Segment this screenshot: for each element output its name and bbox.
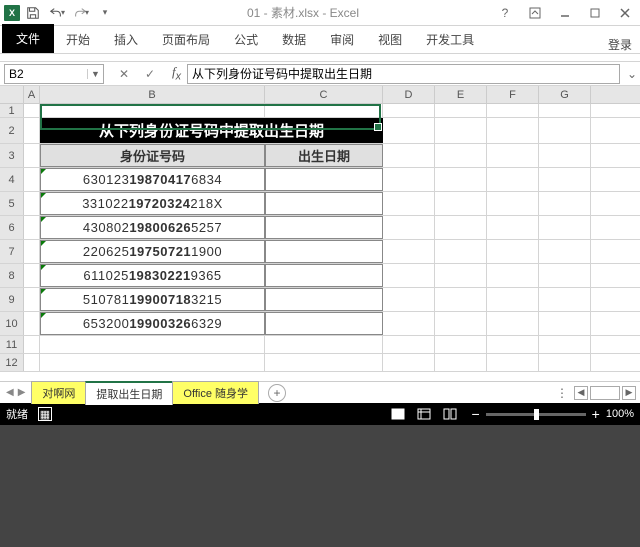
ribbon-collapse-button[interactable] <box>520 0 550 26</box>
id-cell[interactable]: 611025198302219365 <box>40 264 265 287</box>
window-title: 01 - 素材.xlsx - Excel <box>116 4 490 21</box>
formula-bar: ▼ ✕ ✓ fx ⌄ <box>0 62 640 86</box>
col-header[interactable]: A <box>24 86 40 103</box>
row-header[interactable]: 10 <box>0 312 24 335</box>
sheet-nav: ◀ ▶ <box>0 387 31 398</box>
undo-button[interactable]: ▾ <box>46 2 68 24</box>
enter-formula-button[interactable]: ✓ <box>140 64 160 84</box>
col-header[interactable]: G <box>539 86 591 103</box>
tab-insert[interactable]: 插入 <box>102 26 150 53</box>
id-cell[interactable]: 220625197507211900 <box>40 240 265 263</box>
header-id-cell[interactable]: 身份证号码 <box>40 144 265 167</box>
col-header[interactable]: F <box>487 86 539 103</box>
sheet-tab[interactable]: Office 随身学 <box>172 381 259 404</box>
id-cell[interactable]: 33102219720324218X <box>40 192 265 215</box>
id-cell[interactable]: 653200199003266329 <box>40 312 265 335</box>
help-button[interactable]: ? <box>490 0 520 26</box>
dob-cell[interactable] <box>265 240 383 263</box>
row-header[interactable]: 8 <box>0 264 24 287</box>
select-all-corner[interactable] <box>0 86 24 103</box>
dob-cell[interactable] <box>265 312 383 335</box>
col-header[interactable]: D <box>383 86 435 103</box>
column-headers: A B C D E F G <box>0 86 640 104</box>
hscroll-track[interactable] <box>590 386 620 400</box>
col-header[interactable]: B <box>40 86 265 103</box>
close-button[interactable] <box>610 0 640 26</box>
view-pagebreak-button[interactable] <box>439 406 461 422</box>
excel-icon: X <box>4 5 20 21</box>
zoom-in-button[interactable]: + <box>592 407 600 421</box>
name-box-dropdown[interactable]: ▼ <box>87 69 103 79</box>
redo-button[interactable]: ▾ <box>70 2 92 24</box>
zoom-level[interactable]: 100% <box>606 408 634 420</box>
sheet-tab[interactable]: 对啊网 <box>31 381 86 404</box>
maximize-button[interactable] <box>580 0 610 26</box>
view-pagelayout-button[interactable] <box>413 406 435 422</box>
worksheet-grid[interactable]: A B C D E F G 1 2 从下列身份证号码中提取出生日期 3 身份证号码出… <box>0 86 640 381</box>
sheet-nav-next[interactable]: ▶ <box>18 387 26 398</box>
dob-cell[interactable] <box>265 168 383 191</box>
row-header[interactable]: 11 <box>0 336 24 353</box>
row-header[interactable]: 9 <box>0 288 24 311</box>
id-cell[interactable]: 630123198704176834 <box>40 168 265 191</box>
tab-home[interactable]: 开始 <box>54 26 102 53</box>
row-header[interactable]: 1 <box>0 104 24 117</box>
col-header[interactable]: C <box>265 86 383 103</box>
row-header[interactable]: 6 <box>0 216 24 239</box>
row-header[interactable]: 12 <box>0 354 24 371</box>
formula-input[interactable] <box>187 64 620 84</box>
login-link[interactable]: 登录 <box>608 36 640 53</box>
row-header[interactable]: 5 <box>0 192 24 215</box>
sheet-nav-prev[interactable]: ◀ <box>6 387 14 398</box>
view-normal-button[interactable] <box>387 406 409 422</box>
header-dob-cell[interactable]: 出生日期 <box>265 144 383 167</box>
macro-record-icon[interactable]: ▦ <box>38 407 52 421</box>
tab-data[interactable]: 数据 <box>270 26 318 53</box>
hscroll-left[interactable]: ◀ <box>574 386 588 400</box>
name-box-input[interactable] <box>5 67 87 81</box>
row-header[interactable]: 4 <box>0 168 24 191</box>
status-text: 就绪 <box>6 406 28 422</box>
sheet-tab-bar: ◀ ▶ 对啊网 提取出生日期 Office 随身学 + ⋮ ◀ ▶ <box>0 381 640 403</box>
tab-formulas[interactable]: 公式 <box>222 26 270 53</box>
hscroll-right[interactable]: ▶ <box>622 386 636 400</box>
zoom-out-button[interactable]: − <box>471 407 479 421</box>
tab-view[interactable]: 视图 <box>366 26 414 53</box>
col-header[interactable]: E <box>435 86 487 103</box>
save-button[interactable] <box>22 2 44 24</box>
row-header[interactable]: 3 <box>0 144 24 167</box>
ribbon-tabs: 文件 开始 插入 页面布局 公式 数据 审阅 视图 开发工具 登录 <box>0 26 640 54</box>
name-box[interactable]: ▼ <box>4 64 104 84</box>
id-cell[interactable]: 510781199007183215 <box>40 288 265 311</box>
status-bar: 就绪 ▦ − + 100% <box>0 403 640 425</box>
formula-expand-button[interactable]: ⌄ <box>624 67 640 81</box>
ribbon-body-collapsed <box>0 54 640 62</box>
table-title-cell[interactable]: 从下列身份证号码中提取出生日期 <box>40 118 383 143</box>
window-controls: ? <box>490 0 640 26</box>
fx-icon[interactable]: fx <box>172 64 181 83</box>
dob-cell[interactable] <box>265 264 383 287</box>
cancel-formula-button[interactable]: ✕ <box>114 64 134 84</box>
minimize-button[interactable] <box>550 0 580 26</box>
zoom-slider[interactable] <box>486 413 586 416</box>
dob-cell[interactable] <box>265 192 383 215</box>
row-header[interactable]: 2 <box>0 118 24 143</box>
quick-access-toolbar: X ▾ ▾ ▾ <box>0 2 116 24</box>
sheet-tab-menu[interactable]: ⋮ <box>550 386 574 400</box>
tab-developer[interactable]: 开发工具 <box>414 26 486 53</box>
row-header[interactable]: 7 <box>0 240 24 263</box>
sheet-tab-active[interactable]: 提取出生日期 <box>85 381 173 405</box>
qat-customize-button[interactable]: ▾ <box>94 2 116 24</box>
add-sheet-button[interactable]: + <box>268 384 286 402</box>
id-cell[interactable]: 430802198006265257 <box>40 216 265 239</box>
file-tab[interactable]: 文件 <box>2 24 54 53</box>
dob-cell[interactable] <box>265 288 383 311</box>
dob-cell[interactable] <box>265 216 383 239</box>
title-bar: X ▾ ▾ ▾ 01 - 素材.xlsx - Excel ? <box>0 0 640 26</box>
unused-area <box>0 425 640 543</box>
tab-pagelayout[interactable]: 页面布局 <box>150 26 222 53</box>
tab-review[interactable]: 审阅 <box>318 26 366 53</box>
